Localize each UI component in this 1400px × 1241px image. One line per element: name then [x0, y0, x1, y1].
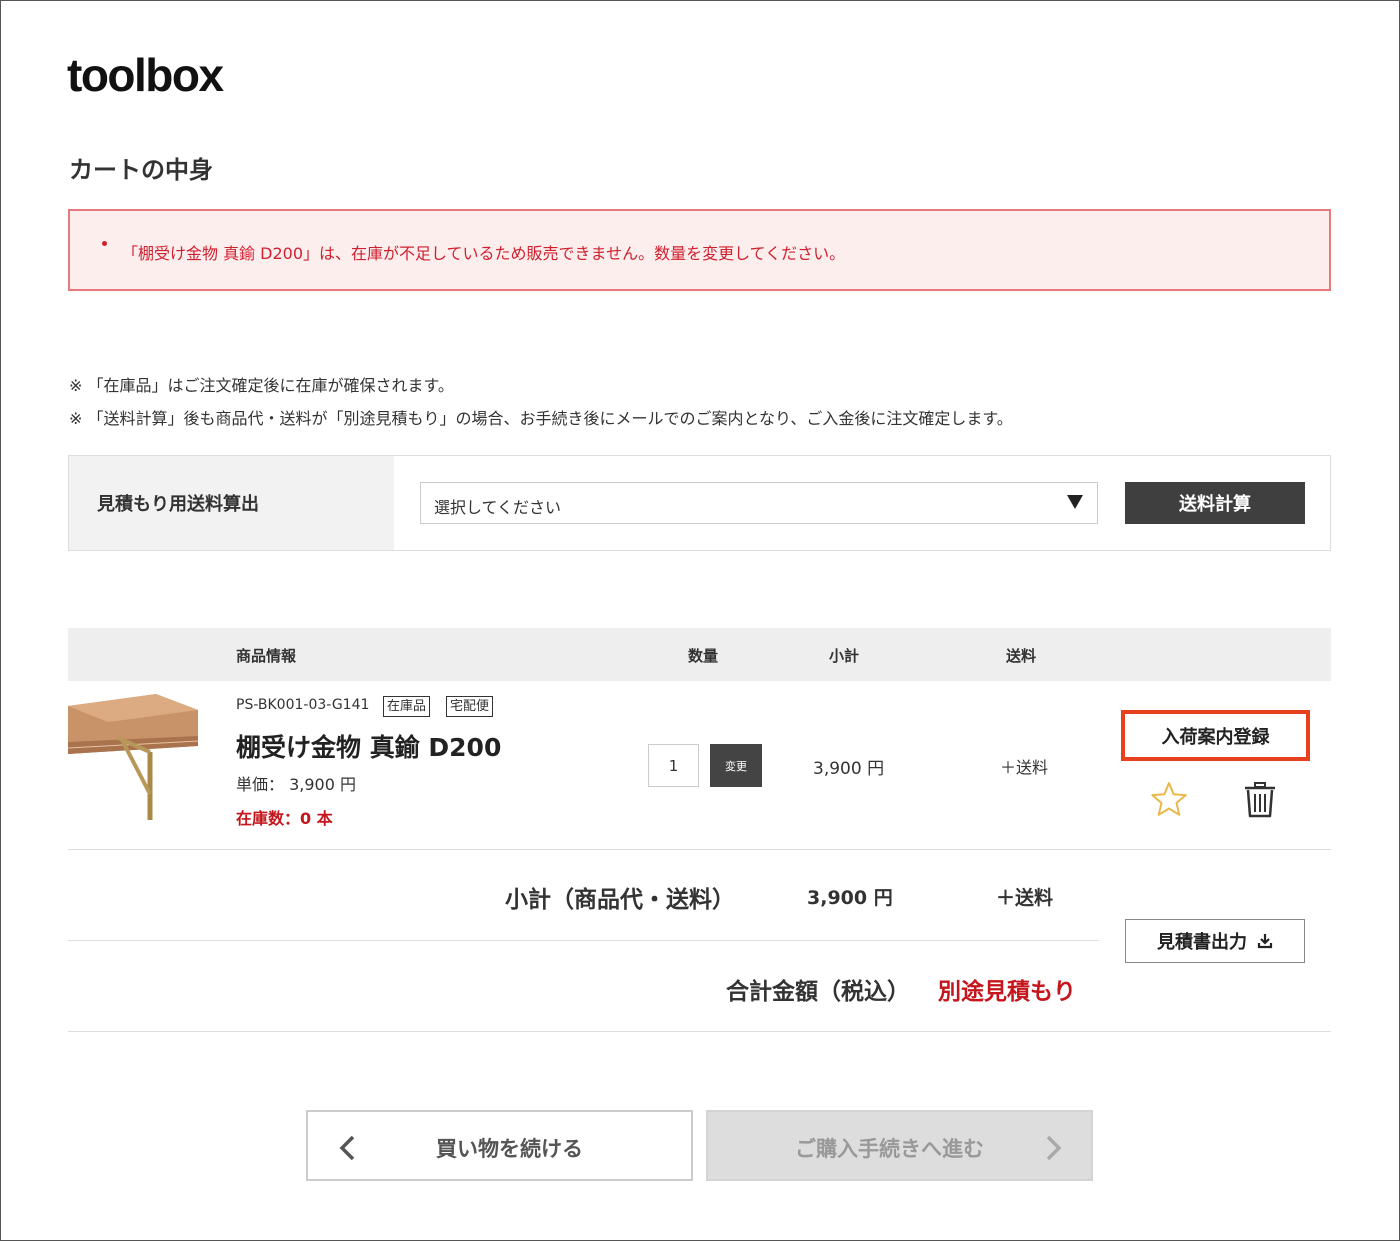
calculate-shipping-button[interactable]: 送料計算	[1125, 482, 1305, 524]
bullet-icon	[102, 241, 107, 246]
total-divider	[68, 1031, 1331, 1032]
cart-notes: ※ 「在庫品」はご注文確定後に在庫が確保されます。 ※ 「送料計算」後も商品代・…	[69, 369, 1013, 435]
favorite-star-icon[interactable]	[1150, 780, 1188, 818]
quantity-input[interactable]: 1	[648, 744, 699, 787]
restock-notification-button[interactable]: 入荷案内登録	[1121, 710, 1310, 761]
item-divider	[68, 849, 1331, 850]
summary-subtotal-shipping: ＋送料	[996, 887, 1054, 909]
delete-trash-icon[interactable]	[1243, 781, 1277, 819]
header-product: 商品情報	[236, 647, 297, 665]
total-label: 合計金額（税込）	[726, 979, 910, 1005]
summary-subtotal-value: 3,900 円	[807, 887, 893, 909]
cart-table-header: 商品情報 数量 小計 送料	[68, 628, 1331, 681]
item-subtotal: 3,900 円	[813, 759, 885, 779]
chevron-right-icon	[1046, 1135, 1062, 1161]
dropdown-arrow-icon	[1067, 495, 1083, 509]
proceed-checkout-label: ご購入手続きへ進む	[795, 1137, 984, 1161]
note-shipping: ※ 「送料計算」後も商品代・送料が「別途見積もり」の場合、お手続き後にメールでの…	[69, 409, 1013, 428]
page-title: カートの中身	[69, 156, 213, 184]
continue-shopping-label: 買い物を続ける	[436, 1137, 583, 1161]
item-shipping: ＋送料	[1000, 758, 1049, 777]
product-sku: PS-BK001-03-G141	[236, 697, 370, 713]
product-image[interactable]	[68, 692, 198, 822]
summary-subtotal-label: 小計（商品代・送料）	[505, 887, 735, 913]
export-quote-label: 見積書出力	[1157, 932, 1247, 953]
tag-delivery: 宅配便	[446, 696, 494, 717]
tag-in-stock: 在庫品	[383, 696, 431, 717]
stock-count: 在庫数：0 本	[236, 809, 333, 828]
shipping-estimator: 見積もり用送料算出 選択してください 送料計算	[68, 455, 1331, 551]
shipping-estimator-label-cell: 見積もり用送料算出	[69, 456, 394, 550]
summary-divider	[68, 940, 1099, 941]
unit-price: 単価： 3,900 円	[236, 775, 356, 794]
page-frame	[0, 0, 1400, 1241]
note-stock: ※ 「在庫品」はご注文確定後に在庫が確保されます。	[69, 376, 454, 395]
export-quote-button[interactable]: 見積書出力	[1125, 919, 1305, 963]
change-quantity-button[interactable]: 変更	[710, 744, 762, 787]
proceed-checkout-button[interactable]: ご購入手続きへ進む	[706, 1110, 1093, 1181]
header-shipping: 送料	[1006, 647, 1037, 665]
alert-message: 「棚受け金物 真鍮 D200」は、在庫が不足しているため販売できません。数量を変…	[122, 244, 846, 263]
total-value: 別途見積もり	[938, 979, 1076, 1005]
header-subtotal: 小計	[829, 647, 860, 665]
product-name[interactable]: 棚受け金物 真鍮 D200	[236, 728, 501, 764]
error-alert: 「棚受け金物 真鍮 D200」は、在庫が不足しているため販売できません。数量を変…	[68, 209, 1331, 291]
header-quantity: 数量	[688, 647, 719, 665]
shipping-region-select[interactable]: 選択してください	[420, 482, 1098, 524]
continue-shopping-button[interactable]: 買い物を続ける	[306, 1110, 693, 1181]
shipping-estimator-label: 見積もり用送料算出	[97, 494, 259, 515]
download-icon	[1257, 934, 1273, 949]
site-logo[interactable]: toolbox	[67, 48, 224, 102]
shipping-region-select-value: 選択してください	[434, 498, 562, 517]
